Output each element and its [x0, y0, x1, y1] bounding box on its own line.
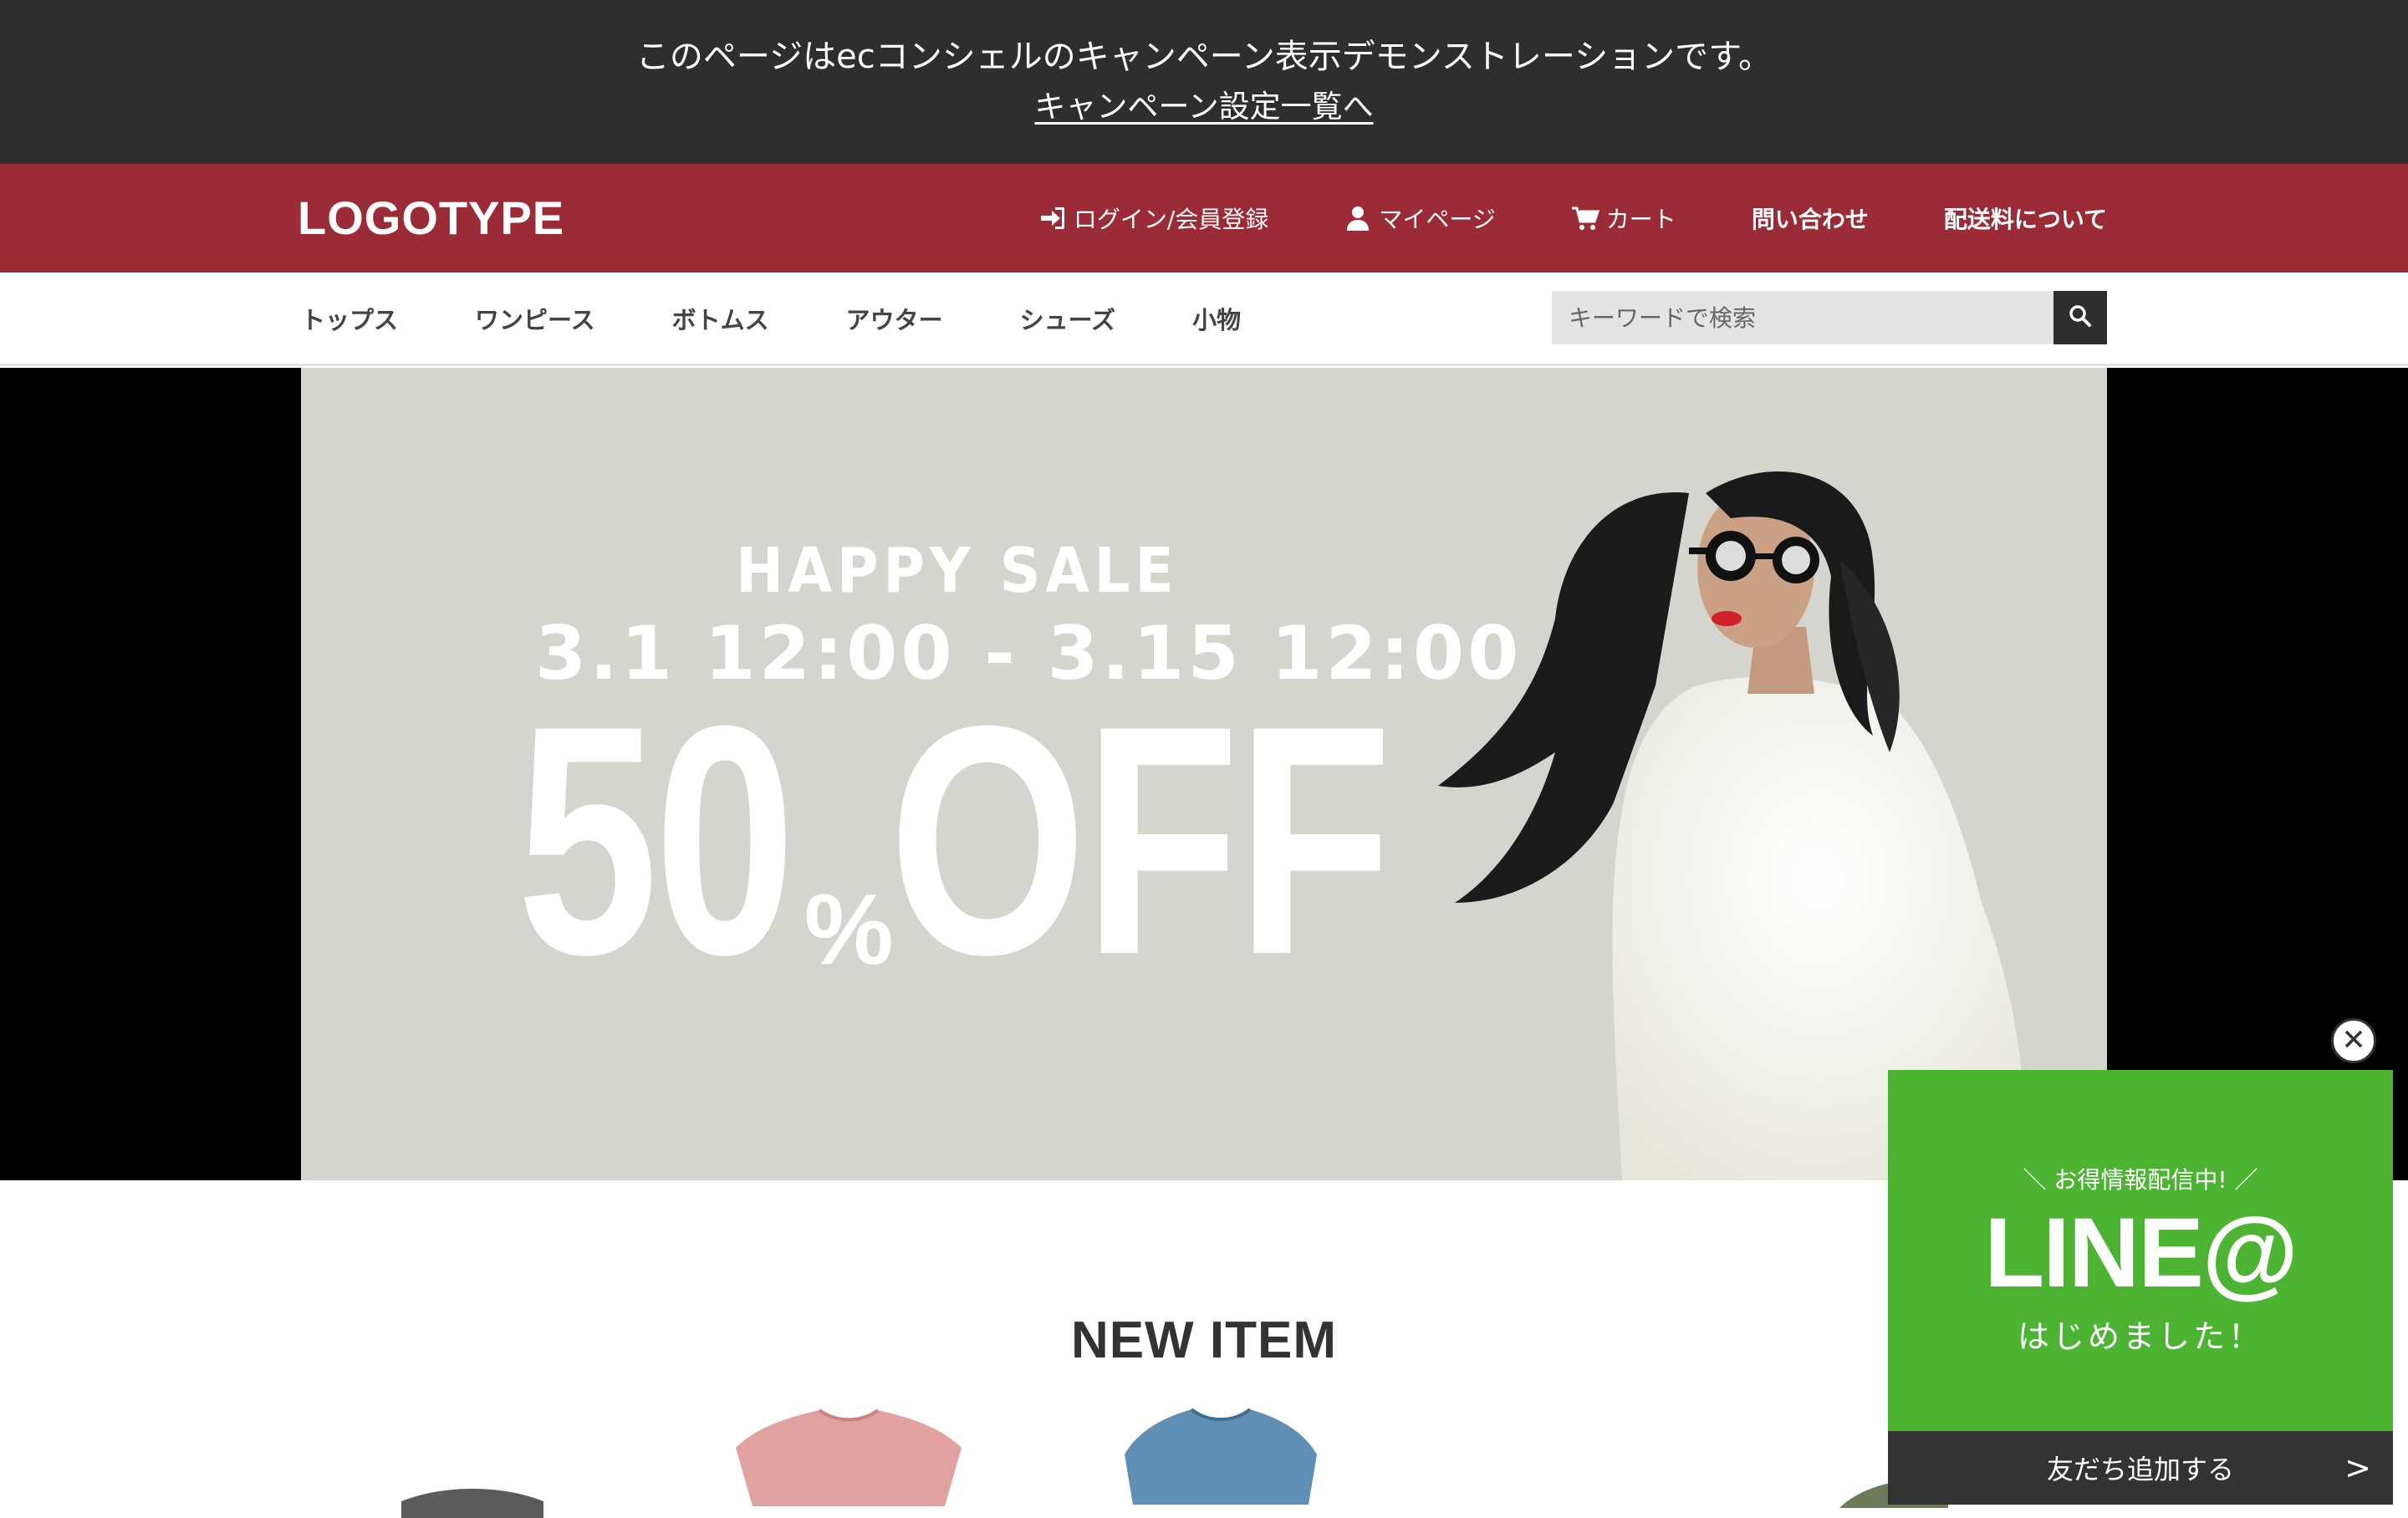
- line-tagline: ＼ お得情報配信中! ／: [2023, 1166, 2258, 1194]
- mypage-label: マイページ: [1379, 206, 1496, 233]
- product-image[interactable]: [727, 1406, 970, 1506]
- category-accessories[interactable]: 小物: [1192, 301, 1241, 336]
- banner-title: HAPPY SALE: [736, 535, 1179, 607]
- category-nav: トップス ワンピース ボトムス アウター シューズ 小物: [301, 273, 1318, 364]
- sale-banner[interactable]: HAPPY SALE 3.1 12:00 - 3.15 12:00 50 % O…: [301, 368, 2107, 1180]
- line-subtitle: はじめました！: [2017, 1318, 2263, 1355]
- product-image[interactable]: [393, 1485, 552, 1518]
- category-shoes[interactable]: シューズ: [1020, 301, 1116, 336]
- product-image[interactable]: [1116, 1404, 1325, 1505]
- login-register-label: ログイン/会員登録: [1073, 206, 1269, 233]
- cart-link[interactable]: カート: [1571, 201, 1676, 235]
- hero-section: HAPPY SALE 3.1 12:00 - 3.15 12:00 50 % O…: [0, 368, 2408, 1180]
- category-onepiece[interactable]: ワンピース: [475, 301, 595, 336]
- line-brand-logo: LINE@: [1984, 1198, 2298, 1308]
- search-input[interactable]: [1552, 291, 2053, 344]
- category-bottoms[interactable]: ボトムス: [672, 301, 769, 336]
- category-outer[interactable]: アウター: [846, 301, 943, 336]
- category-bar: トップス ワンピース ボトムス アウター シューズ 小物: [0, 273, 2408, 366]
- cart-label: カート: [1605, 206, 1676, 233]
- search-icon: [2068, 303, 2093, 332]
- header-nav: ログイン/会員登録 マイページ カート 問い合わせ 配送料について: [963, 164, 2107, 273]
- chevron-right-icon: >: [2344, 1449, 2371, 1486]
- add-friend-button[interactable]: 友だち追加する >: [1888, 1431, 2393, 1505]
- discount-word: OFF: [888, 658, 1392, 1022]
- login-register-link[interactable]: ログイン/会員登録: [1038, 201, 1268, 235]
- close-popup-button[interactable]: [2331, 1018, 2376, 1063]
- search-box: [1552, 291, 2107, 344]
- shipping-info-link[interactable]: 配送料について: [1944, 201, 2107, 235]
- cart-icon: [1571, 204, 1599, 232]
- login-icon: [1038, 204, 1067, 232]
- demo-notice-message: このページはecコンシェルのキャンペーン表示デモンストレーションです。: [635, 38, 1773, 76]
- discount-percent: %: [804, 874, 894, 986]
- category-tops[interactable]: トップス: [301, 301, 398, 336]
- line-promo-popup: ＼ お得情報配信中! ／ LINE@ はじめました！ 友だち追加する >: [1888, 1070, 2393, 1505]
- mypage-link[interactable]: マイページ: [1344, 201, 1496, 235]
- user-icon: [1344, 204, 1372, 232]
- add-friend-label: 友だち追加する: [2046, 1454, 2234, 1485]
- demo-notice-bar: このページはecコンシェルのキャンペーン表示デモンストレーションです。 キャンペ…: [0, 0, 2408, 164]
- model-photo: [1438, 471, 2025, 1180]
- search-button[interactable]: [2053, 291, 2107, 344]
- campaign-list-link[interactable]: キャンペーン設定一覧へ: [1034, 89, 1373, 125]
- close-icon: [2343, 1028, 2365, 1053]
- site-header: LOGOTYPE ログイン/会員登録 マイページ カート 問い合わせ 配送料につ…: [0, 164, 2408, 273]
- site-logo[interactable]: LOGOTYPE: [298, 189, 564, 247]
- contact-link[interactable]: 問い合わせ: [1752, 201, 1869, 235]
- discount-number: 50: [517, 658, 796, 1022]
